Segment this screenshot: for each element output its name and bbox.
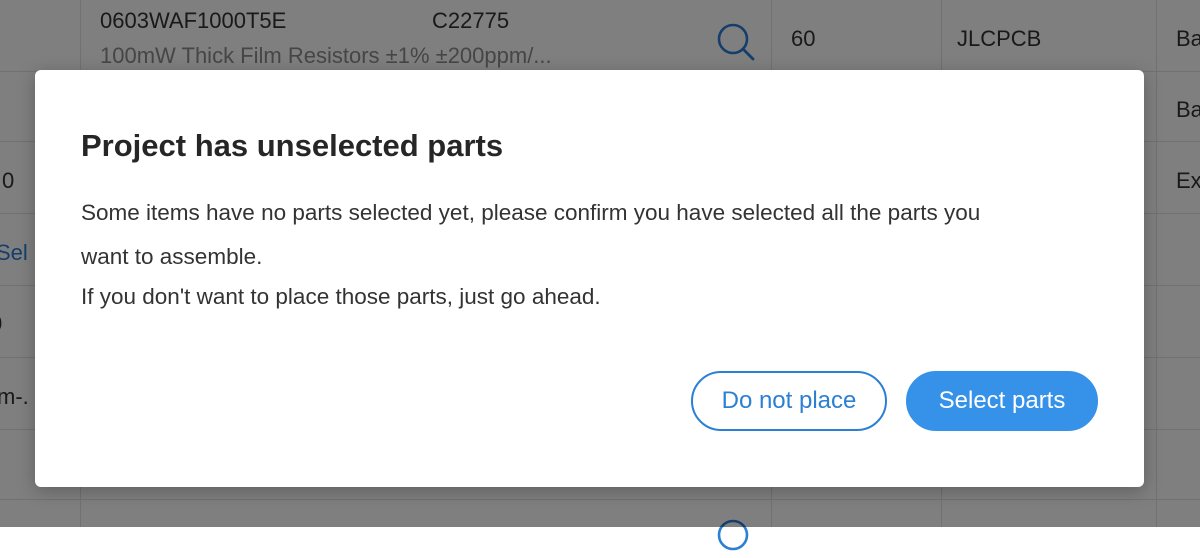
select-parts-button[interactable]: Select parts	[906, 371, 1098, 431]
dialog-message-line: Some items have no parts selected yet, p…	[81, 200, 981, 225]
dialog-message-line: If you don't want to place those parts, …	[81, 284, 601, 309]
dialog-message-line: want to assemble.	[81, 244, 263, 269]
dialog-title: Project has unselected parts	[81, 128, 504, 163]
dialog-message: Some items have no parts selected yet, p…	[81, 200, 1111, 330]
do-not-place-button[interactable]: Do not place	[691, 371, 887, 431]
unselected-parts-dialog: Project has unselected parts Some items …	[35, 70, 1144, 487]
